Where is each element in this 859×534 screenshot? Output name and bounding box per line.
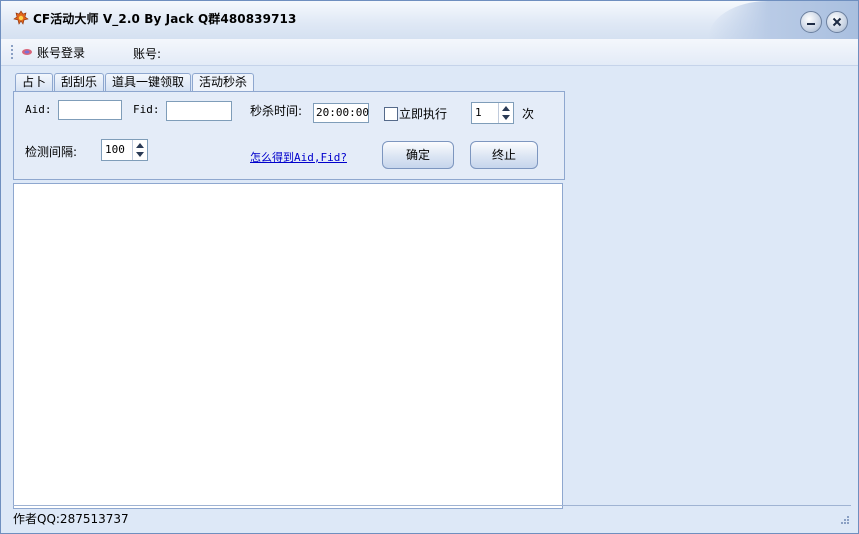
fid-label: Fid:	[133, 103, 160, 116]
interval-up-icon[interactable]	[136, 143, 144, 148]
toolbar: 账号登录 账号:	[1, 39, 858, 66]
close-button[interactable]	[826, 11, 848, 33]
aid-label: Aid:	[25, 103, 52, 116]
count-stepper-arrows[interactable]	[498, 103, 513, 123]
interval-stepper[interactable]: 100	[101, 139, 148, 161]
seckill-time-label: 秒杀时间:	[250, 104, 303, 118]
status-divider	[13, 505, 851, 506]
count-up-icon[interactable]	[502, 106, 510, 111]
log-output-area[interactable]	[13, 183, 563, 509]
help-aid-fid-link[interactable]: 怎么得到Aid,Fid?	[250, 149, 347, 165]
execute-now-label: 立即执行	[399, 107, 448, 121]
minimize-icon	[807, 23, 815, 25]
title-bar[interactable]: CF活动大师 V_2.0 By Jack Q群480839713	[1, 1, 858, 39]
author-qq-text: 作者QQ:287513737	[13, 512, 129, 526]
seckill-time-input[interactable]: 20:00:00	[313, 103, 369, 123]
close-icon	[832, 17, 842, 27]
tab-scratch[interactable]: 刮刮乐	[54, 73, 105, 91]
minimize-button[interactable]	[800, 11, 822, 33]
tab-divination[interactable]: 占卜	[15, 73, 54, 91]
interval-stepper-arrows[interactable]	[132, 140, 147, 160]
stop-button[interactable]: 终止	[470, 141, 538, 169]
fid-input[interactable]	[166, 101, 232, 121]
execute-now-checkbox[interactable]	[384, 107, 398, 121]
tab-item-collect[interactable]: 道具一键领取	[105, 73, 192, 91]
count-unit-label: 次	[522, 107, 535, 121]
interval-value: 100	[105, 143, 125, 156]
confirm-button[interactable]: 确定	[382, 141, 454, 169]
seckill-panel: Aid: Fid: 秒杀时间: 20:00:00 立即执行 1 次 检测间隔: …	[13, 91, 565, 180]
count-down-icon[interactable]	[502, 115, 510, 120]
resize-grip-icon[interactable]	[840, 515, 850, 525]
count-stepper[interactable]: 1	[471, 102, 514, 124]
app-icon	[13, 10, 29, 25]
status-bar: 作者QQ:287513737	[1, 505, 858, 533]
login-icon	[22, 49, 32, 55]
aid-input[interactable]	[58, 100, 122, 120]
tab-strip: 占卜 刮刮乐 道具一键领取 活动秒杀	[15, 73, 255, 92]
count-value: 1	[475, 106, 482, 119]
tab-event-seckill[interactable]: 活动秒杀	[192, 73, 255, 92]
interval-label: 检测间隔:	[25, 145, 78, 159]
account-label: 账号:	[133, 47, 162, 61]
account-login-label: 账号登录	[37, 45, 86, 60]
interval-down-icon[interactable]	[136, 152, 144, 157]
main-window: CF活动大师 V_2.0 By Jack Q群480839713 账号登录 账号…	[0, 0, 859, 534]
account-login-button[interactable]: 账号登录	[21, 44, 85, 60]
window-title: CF活动大师 V_2.0 By Jack Q群480839713	[33, 12, 297, 26]
toolbar-grip[interactable]	[11, 45, 13, 59]
